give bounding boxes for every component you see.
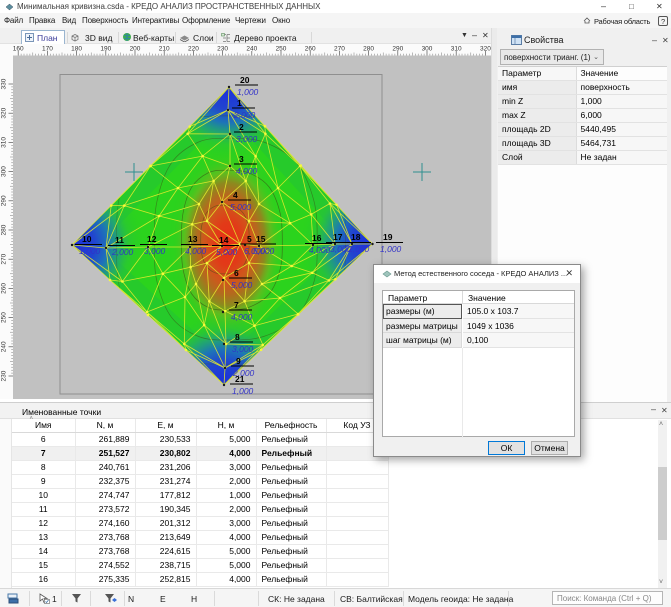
svg-text:21: 21 <box>235 374 245 384</box>
svg-text:1,000: 1,000 <box>380 244 402 254</box>
svg-text:3,000: 3,000 <box>144 246 166 256</box>
svg-text:1: 1 <box>237 98 242 108</box>
svg-text:12: 12 <box>147 234 157 244</box>
svg-text:11: 11 <box>115 235 124 245</box>
svg-text:4: 4 <box>233 190 238 200</box>
svg-text:290: 290 <box>1 195 8 206</box>
svg-text:7: 7 <box>234 300 239 310</box>
svg-text:2,000: 2,000 <box>233 110 256 120</box>
svg-text:330: 330 <box>1 78 8 89</box>
svg-text:4,000: 4,000 <box>185 246 207 256</box>
svg-text:310: 310 <box>1 137 8 148</box>
svg-text:17: 17 <box>333 232 343 242</box>
svg-text:4,000: 4,000 <box>231 312 253 322</box>
svg-text:260: 260 <box>1 283 8 294</box>
svg-text:8: 8 <box>235 332 240 342</box>
svg-text:16: 16 <box>312 233 322 243</box>
svg-text:9: 9 <box>236 356 241 366</box>
svg-text:2,000: 2,000 <box>347 244 370 254</box>
svg-text:19: 19 <box>383 232 393 242</box>
svg-text:3: 3 <box>239 154 244 164</box>
svg-text:5,000: 5,000 <box>253 246 275 256</box>
svg-text:3,000: 3,000 <box>236 134 258 144</box>
svg-text:280: 280 <box>1 224 8 235</box>
svg-text:5: 5 <box>247 234 252 244</box>
svg-text:1,000: 1,000 <box>237 87 259 97</box>
svg-text:18: 18 <box>351 232 361 242</box>
svg-text:240: 240 <box>1 341 8 352</box>
svg-text:5,000: 5,000 <box>216 247 238 257</box>
svg-text:5,000: 5,000 <box>231 280 253 290</box>
svg-text:1,000: 1,000 <box>79 246 101 256</box>
svg-text:300: 300 <box>1 166 8 177</box>
svg-text:13: 13 <box>188 234 198 244</box>
svg-text:6: 6 <box>234 268 239 278</box>
svg-text:320: 320 <box>1 107 8 118</box>
svg-text:15: 15 <box>256 234 266 244</box>
svg-text:4,000: 4,000 <box>309 245 331 255</box>
svg-text:2: 2 <box>239 122 244 132</box>
svg-text:3,000: 3,000 <box>232 344 254 354</box>
svg-text:10: 10 <box>82 234 92 244</box>
svg-text:14: 14 <box>219 235 229 245</box>
svg-text:1,000: 1,000 <box>232 386 254 396</box>
svg-text:230: 230 <box>1 370 8 381</box>
svg-text:2,000: 2,000 <box>111 247 134 257</box>
svg-text:270: 270 <box>1 253 8 264</box>
svg-text:20: 20 <box>240 75 250 85</box>
svg-text:4,000: 4,000 <box>236 166 258 176</box>
svg-text:250: 250 <box>1 312 8 323</box>
svg-text:5,000: 5,000 <box>230 202 252 212</box>
